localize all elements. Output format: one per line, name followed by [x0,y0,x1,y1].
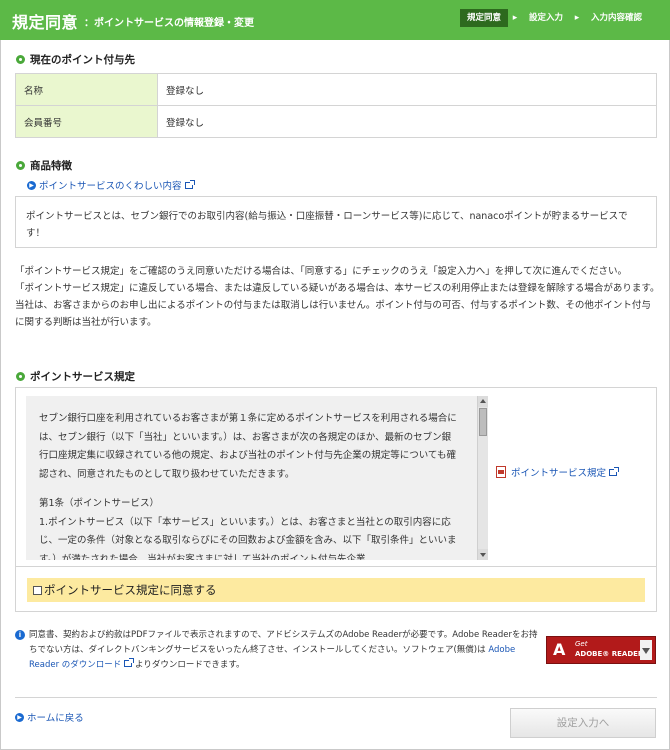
step-confirm: 入力内容確認 [591,13,643,23]
bullet-icon [16,161,25,170]
arrow-circle-icon: ▶ [27,180,36,190]
download-arrow-icon [640,640,652,660]
point-service-detail-link[interactable]: ▶ ポイントサービスのくわしい内容 [27,178,195,192]
adobe-logo-icon: A [553,640,566,659]
label-member-number: 会員番号 [15,105,158,138]
home-link[interactable]: ▶ ホームに戻る [15,710,84,724]
info-icon: i [15,630,25,640]
scroll-up-arrow-icon[interactable] [478,396,488,407]
scroll-down-arrow-icon[interactable] [478,549,488,560]
agree-label[interactable]: ポイントサービス規定に同意する [44,582,217,598]
adobe-reader-note: i 同意書、契約および約款はPDFファイルで表示されますので、アドビシステムズの… [15,628,540,673]
agree-checkbox-row[interactable]: ポイントサービス規定に同意する [27,578,645,602]
feature-description: ポイントサービスとは、セブン銀行でのお取引内容(給与振込・口座振替・ローンサービ… [15,196,657,248]
pdf-icon [496,466,506,478]
page-header: 規定同意 ：ポイントサービスの情報登録・変更 規定同意 ▸ 設定入力 ▸ 入力内… [0,0,670,40]
external-link-icon [184,179,195,189]
terms-scroll-area[interactable]: セブン銀行口座を利用されているお客さまが第１条に定めるポイントサービスを利用され… [26,396,488,560]
terms-text: セブン銀行口座を利用されているお客さまが第１条に定めるポイントサービスを利用され… [39,413,457,560]
value-member-number: 登録なし [157,105,657,138]
scroll-thumb[interactable] [479,408,487,436]
label-name: 名称 [15,73,158,106]
table-row: 名称 登録なし [15,73,657,106]
section-heading-terms: ポイントサービス規定 [16,369,135,384]
page-subtitle: ：ポイントサービスの情報登録・変更 [84,18,254,29]
divider [15,697,657,698]
page-title: 規定同意 [12,13,79,32]
step-settings-input: 設定入力 [529,13,564,23]
progress-steps: 規定同意 ▸ 設定入力 ▸ 入力内容確認 [460,9,649,27]
notice-text: 「ポイントサービス規定」をご確認のうえ同意いただける場合は、「同意する」にチェッ… [15,266,660,328]
chevron-right-icon: ▸ [574,13,580,23]
get-adobe-reader-button[interactable]: A Get ADOBE® READER® [546,636,656,664]
section-heading-current-point: 現在のポイント付与先 [16,52,135,67]
section-heading-features: 商品特徴 [16,158,72,173]
terms-pdf-link[interactable]: ポイントサービス規定 [496,465,620,479]
next-settings-input-button[interactable]: 設定入力へ [510,708,656,738]
step-agreement: 規定同意 [460,9,509,27]
current-point-table: 名称 登録なし 会員番号 登録なし [15,73,657,138]
external-link-icon [609,466,620,476]
external-link-icon [124,658,135,667]
terms-panel: セブン銀行口座を利用されているお客さまが第１条に定めるポイントサービスを利用され… [15,387,657,612]
divider [16,566,656,567]
table-row: 会員番号 登録なし [15,105,657,138]
bullet-icon [16,372,25,381]
value-name: 登録なし [157,73,657,106]
bullet-icon [16,55,25,64]
agree-checkbox[interactable] [33,585,42,595]
chevron-right-icon: ▸ [512,13,518,23]
scrollbar[interactable] [477,396,488,560]
arrow-circle-icon: ▶ [15,712,24,722]
